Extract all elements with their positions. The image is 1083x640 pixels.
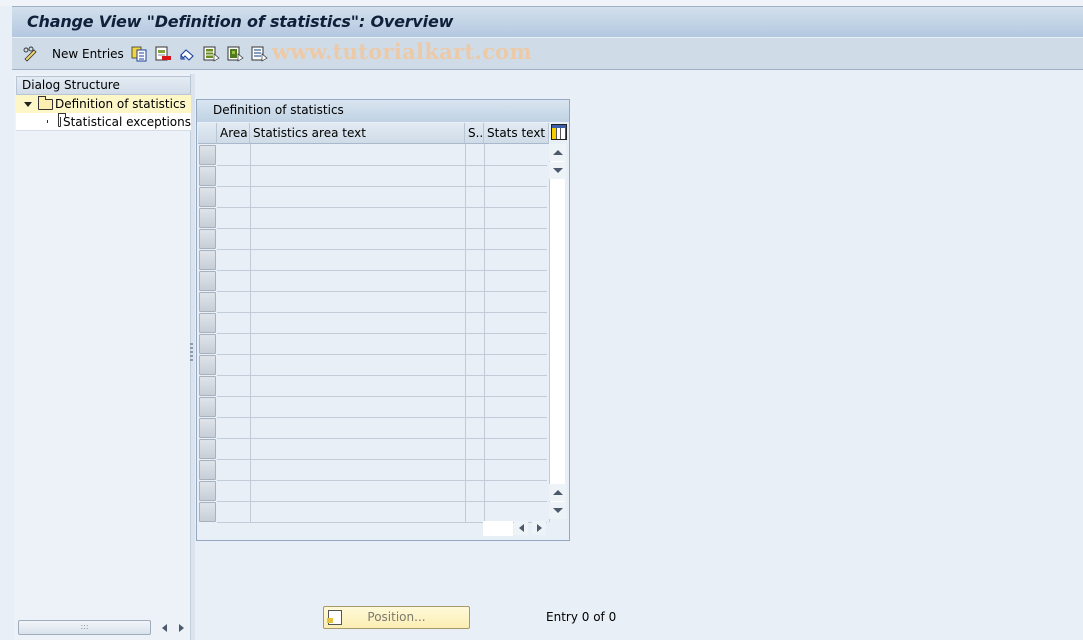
row-selector[interactable] [199, 250, 216, 270]
row-selector[interactable] [199, 397, 216, 417]
row-selector[interactable] [199, 271, 216, 291]
table-row [217, 291, 547, 292]
row-selector[interactable] [199, 334, 216, 354]
row-selector[interactable] [199, 502, 216, 522]
row-selector[interactable] [199, 376, 216, 396]
table-row [217, 438, 547, 439]
select-all-rows-header[interactable] [198, 123, 217, 144]
splitter-grip-icon[interactable] [190, 343, 193, 363]
table-row [217, 354, 547, 355]
scroll-right-button[interactable] [174, 621, 188, 635]
arrow-down-icon [552, 168, 563, 173]
row-selector[interactable] [199, 166, 216, 186]
watermark-text: www.tutorialkart.com [272, 39, 532, 64]
table-row [217, 396, 547, 397]
undo-change-button[interactable] [179, 45, 195, 63]
select-block-icon [227, 46, 244, 62]
arrow-left-icon [161, 624, 167, 632]
position-button[interactable]: Position... [323, 606, 470, 629]
definition-of-statistics-table: Definition of statistics Area Statistics… [196, 99, 570, 541]
row-selector[interactable] [199, 439, 216, 459]
change-display-button[interactable] [22, 45, 38, 63]
row-selector[interactable] [199, 460, 216, 480]
entry-counter: Entry 0 of 0 [546, 610, 617, 624]
copy-icon [131, 46, 147, 62]
open-folder-icon [38, 95, 53, 110]
deselect-all-icon [251, 46, 268, 62]
row-selector[interactable] [199, 292, 216, 312]
row-selector[interactable] [199, 145, 216, 165]
arrow-up-icon [552, 490, 563, 495]
expand-triangle-icon[interactable] [24, 101, 32, 107]
row-selector[interactable] [199, 355, 216, 375]
column-settings-button[interactable] [551, 124, 567, 140]
table-row [217, 270, 547, 271]
table-scroll-right-button[interactable] [532, 521, 546, 535]
tree-item-statistical-exceptions[interactable]: Statistical exceptions [16, 113, 191, 131]
row-selector[interactable] [199, 313, 216, 333]
table-row [217, 249, 547, 250]
title-bar: Change View "Definition of statistics": … [12, 6, 1083, 37]
scroll-page-down-button[interactable] [549, 502, 566, 519]
tree-item-label: Statistical exceptions [62, 114, 191, 129]
delete-button[interactable] [155, 45, 172, 63]
delete-row-icon [155, 46, 171, 61]
row-selector[interactable] [199, 208, 216, 228]
table-row [217, 333, 547, 334]
select-all-button[interactable] [203, 45, 220, 63]
row-selector[interactable] [199, 187, 216, 207]
table-row [217, 312, 547, 313]
column-header-s[interactable]: S.. [465, 123, 484, 144]
arrow-left-icon [518, 524, 524, 532]
column-header-area[interactable]: Area [217, 123, 250, 144]
new-entries-label: New Entries [52, 47, 124, 61]
table-row [217, 375, 547, 376]
table-row [217, 501, 547, 502]
column-header-statistics-area-text[interactable]: Statistics area text [250, 123, 465, 144]
arrow-down-icon [552, 508, 563, 513]
application-toolbar: New Entries [12, 37, 1083, 70]
copy-as-button[interactable] [131, 45, 147, 63]
table-title: Definition of statistics [197, 100, 569, 122]
row-selector[interactable] [199, 229, 216, 249]
vertical-scrollbar[interactable] [550, 145, 565, 519]
scroll-page-up-button[interactable] [549, 484, 566, 501]
tree-item-definition-of-statistics[interactable]: Definition of statistics [16, 95, 191, 113]
undo-icon [180, 49, 194, 61]
page-title: Change View "Definition of statistics": … [27, 12, 454, 31]
table-row [217, 417, 547, 418]
column-divider [465, 144, 466, 522]
table-row [217, 207, 547, 208]
arrow-up-icon [552, 150, 563, 155]
table-row [217, 459, 547, 460]
position-button-label: Position... [367, 610, 426, 624]
scroll-down-button[interactable] [549, 162, 566, 179]
row-selector[interactable] [199, 418, 216, 438]
column-header-stats-text[interactable]: Stats text [484, 123, 549, 144]
position-icon [327, 610, 342, 625]
column-divider [250, 144, 251, 522]
select-all-icon [203, 46, 220, 62]
table-scroll-left-button[interactable] [514, 521, 528, 535]
table-row [217, 165, 547, 166]
row-selector[interactable] [199, 481, 216, 501]
folder-icon [58, 113, 66, 127]
dialog-structure-header: Dialog Structure [16, 76, 191, 95]
column-divider [484, 144, 485, 522]
table-row [217, 186, 547, 187]
arrow-right-icon [178, 624, 184, 632]
select-block-button[interactable] [227, 45, 244, 63]
arrow-right-icon [536, 524, 542, 532]
tree-item-label: Definition of statistics [55, 97, 186, 111]
scroll-left-button[interactable] [157, 621, 171, 635]
table-row [217, 228, 547, 229]
scroll-up-button[interactable] [549, 144, 566, 161]
table-row [217, 480, 547, 481]
dialog-structure-panel: Dialog Structure Definition of statistic… [14, 74, 191, 640]
deselect-all-button[interactable] [251, 45, 268, 63]
left-panel-horizontal-scrollbar[interactable]: ::: [18, 620, 151, 635]
new-entries-button[interactable]: New Entries [52, 45, 124, 63]
pencil-glasses-icon [23, 46, 37, 62]
table-horizontal-scrollbar[interactable] [483, 521, 513, 536]
